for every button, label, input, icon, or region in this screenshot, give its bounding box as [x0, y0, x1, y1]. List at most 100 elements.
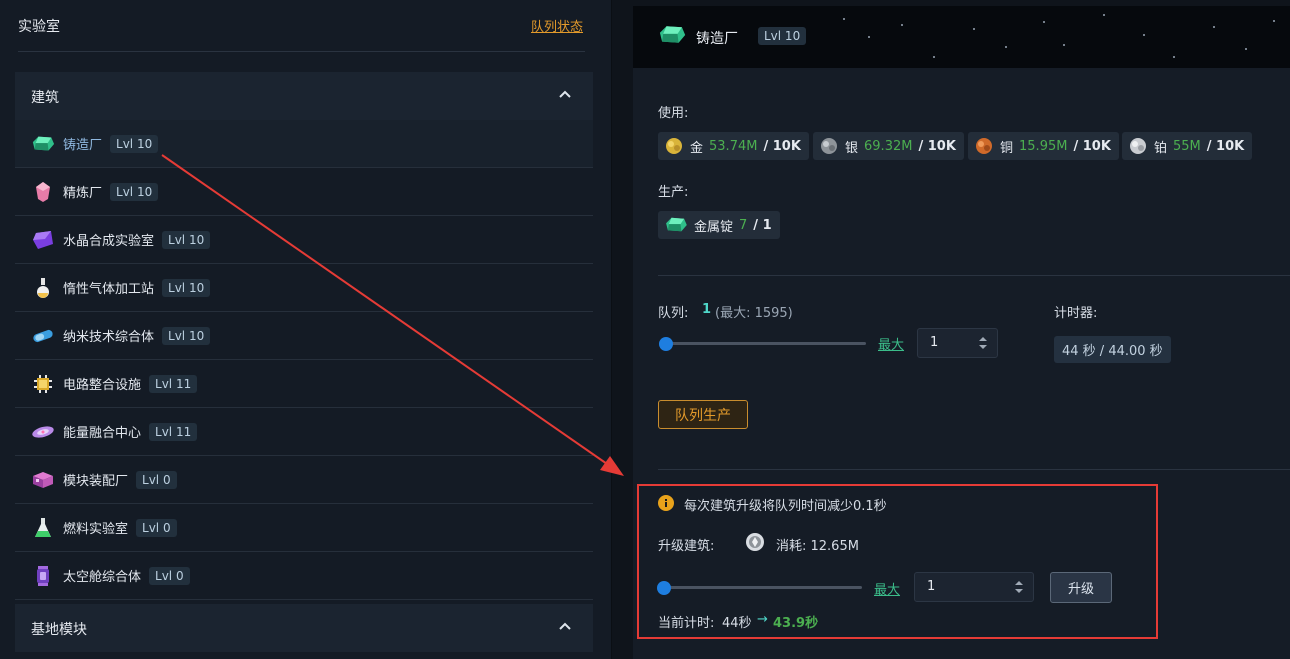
- upgrade-building-label: 升级建筑:: [658, 539, 715, 554]
- resource-max: / 10K: [1073, 138, 1111, 154]
- resource-value: 55M: [1173, 138, 1201, 154]
- upgrade-quantity-input[interactable]: 1: [914, 572, 1034, 602]
- building-item-space-pod[interactable]: 太空舱综合体 Lvl 0: [15, 552, 593, 600]
- resource-name: 铂: [1154, 140, 1168, 156]
- building-item-energy-center[interactable]: 能量融合中心 Lvl 11: [15, 408, 593, 456]
- level-badge: Lvl 0: [149, 566, 190, 585]
- upgrade-slider-handle[interactable]: [657, 581, 671, 595]
- fuel-flask-icon: [31, 516, 55, 540]
- queue-slider-track[interactable]: [659, 342, 866, 345]
- building-name: 精炼厂: [63, 186, 103, 201]
- section-base-modules-header[interactable]: 基地模块: [15, 604, 593, 652]
- queue-status-link[interactable]: 队列状态: [531, 16, 583, 35]
- building-item-circuit[interactable]: 电路整合设施 Lvl 11: [15, 360, 593, 408]
- building-hero-banner: 铸造厂 Lvl 10: [633, 6, 1290, 68]
- upgrade-max-link[interactable]: 最大: [874, 579, 900, 598]
- building-name: 惰性气体加工站: [63, 282, 155, 297]
- timer-label: 计时器:: [1054, 306, 1098, 321]
- building-item-foundry[interactable]: 铸造厂 Lvl 10: [15, 120, 593, 168]
- produce-label: 生产:: [658, 185, 689, 200]
- level-badge: Lvl 11: [149, 374, 198, 393]
- upgrade-info-text: 每次建筑升级将队列时间减少0.1秒: [684, 499, 887, 514]
- building-item-fuel-lab[interactable]: 燃料实验室 Lvl 0: [15, 504, 593, 552]
- building-list: 铸造厂 Lvl 10 精炼厂 Lvl 10 水晶合成实验室 Lvl 10 惰性气…: [15, 120, 593, 600]
- timer-value: 44 秒 / 44.00 秒: [1054, 336, 1171, 363]
- panel-title: 实验室: [18, 19, 60, 35]
- chevron-up-icon: [559, 622, 571, 630]
- resource-value: 15.95M: [1019, 138, 1068, 154]
- level-badge: Lvl 0: [136, 470, 177, 489]
- product-chip: 金属锭 7 / 1: [658, 211, 780, 239]
- queue-max: (最大: 1595): [715, 306, 793, 321]
- queue-quantity-input[interactable]: 1: [917, 328, 998, 358]
- building-item-crystal-lab[interactable]: 水晶合成实验室 Lvl 10: [15, 216, 593, 264]
- queue-slider-handle[interactable]: [659, 337, 673, 351]
- gold-ore-icon: [666, 138, 682, 154]
- section-buildings-label: 建筑: [31, 90, 59, 106]
- pink-crystal-icon: [31, 180, 55, 204]
- level-badge: Lvl 10: [110, 134, 159, 153]
- building-name: 模块装配厂: [63, 474, 129, 489]
- building-name: 铸造厂: [63, 138, 103, 153]
- module-box-icon: [31, 468, 55, 492]
- silver-coin-icon: [745, 532, 765, 556]
- resource-max: / 10K: [1206, 138, 1245, 154]
- nano-capsule-icon: [31, 324, 55, 348]
- resource-name: 金: [690, 140, 704, 156]
- building-name: 太空舱综合体: [63, 570, 142, 585]
- queue-max-link[interactable]: 最大: [878, 334, 904, 353]
- laboratory-header: 实验室 队列状态: [18, 16, 585, 52]
- resource-name: 银: [845, 140, 859, 156]
- emerald-ingot-icon: [31, 132, 55, 156]
- building-item-module-factory[interactable]: 模块装配厂 Lvl 0: [15, 456, 593, 504]
- spinner-arrows-icon[interactable]: [1015, 581, 1023, 593]
- use-label: 使用:: [658, 106, 689, 121]
- next-timer-value: 43.9秒: [773, 616, 819, 631]
- chevron-up-icon: [559, 90, 571, 98]
- resource-chip-copper: 铜 15.95M / 10K: [968, 132, 1119, 160]
- building-detail-panel: 铸造厂 Lvl 10 使用: 金 53.74M / 10K 银 69.32M /…: [633, 6, 1290, 659]
- chip-icon: [31, 372, 55, 396]
- product-value: 7: [739, 217, 748, 233]
- resource-chip-silver: 银 69.32M / 10K: [813, 132, 964, 160]
- level-badge: Lvl 10: [162, 230, 211, 249]
- building-title: 铸造厂: [696, 31, 738, 47]
- resource-chip-platinum: 铂 55M / 10K: [1122, 132, 1253, 160]
- timer-arrow: →: [757, 612, 768, 627]
- building-item-nanotech[interactable]: 纳米技术综合体 Lvl 10: [15, 312, 593, 360]
- energy-disc-icon: [31, 420, 55, 444]
- platinum-ore-icon: [1130, 138, 1146, 154]
- divider: [658, 469, 1290, 470]
- laboratory-panel: 实验室 队列状态 建筑 铸造厂 Lvl 10 精炼厂 Lvl 10 水晶合成实验…: [0, 0, 612, 659]
- section-base-modules-label: 基地模块: [31, 622, 87, 638]
- emerald-ingot-icon: [666, 217, 687, 232]
- product-name: 金属锭: [694, 219, 734, 235]
- spinner-arrows-icon[interactable]: [979, 337, 987, 349]
- upgrade-button[interactable]: 升级: [1050, 572, 1112, 603]
- resource-name: 铜: [1000, 140, 1014, 156]
- building-item-gas-station[interactable]: 惰性气体加工站 Lvl 10: [15, 264, 593, 312]
- resource-chip-gold: 金 53.74M / 10K: [658, 132, 809, 160]
- level-badge: Lvl 10: [758, 27, 807, 45]
- divider: [658, 275, 1290, 276]
- resource-max: / 10K: [763, 138, 801, 154]
- queue-value: 1: [702, 302, 712, 317]
- building-name: 水晶合成实验室: [63, 234, 155, 249]
- gas-flask-icon: [31, 276, 55, 300]
- resource-value: 53.74M: [709, 138, 758, 154]
- upgrade-slider-track[interactable]: [659, 586, 862, 589]
- upgrade-quantity-value: 1: [927, 579, 936, 594]
- level-badge: Lvl 10: [162, 326, 211, 345]
- building-item-refinery[interactable]: 精炼厂 Lvl 10: [15, 168, 593, 216]
- purple-crystal-icon: [31, 228, 55, 252]
- silver-ore-icon: [821, 138, 837, 154]
- resource-value: 69.32M: [864, 138, 913, 154]
- building-name: 电路整合设施: [63, 378, 142, 393]
- section-buildings-header[interactable]: 建筑: [15, 72, 593, 120]
- product-max: / 1: [753, 217, 772, 233]
- building-name: 纳米技术综合体: [63, 330, 155, 345]
- current-timer-value: 44秒: [722, 616, 752, 631]
- queue-production-button[interactable]: 队列生产: [658, 400, 748, 429]
- level-badge: Lvl 11: [149, 422, 198, 441]
- upgrade-cost: 消耗: 12.65M: [776, 539, 859, 554]
